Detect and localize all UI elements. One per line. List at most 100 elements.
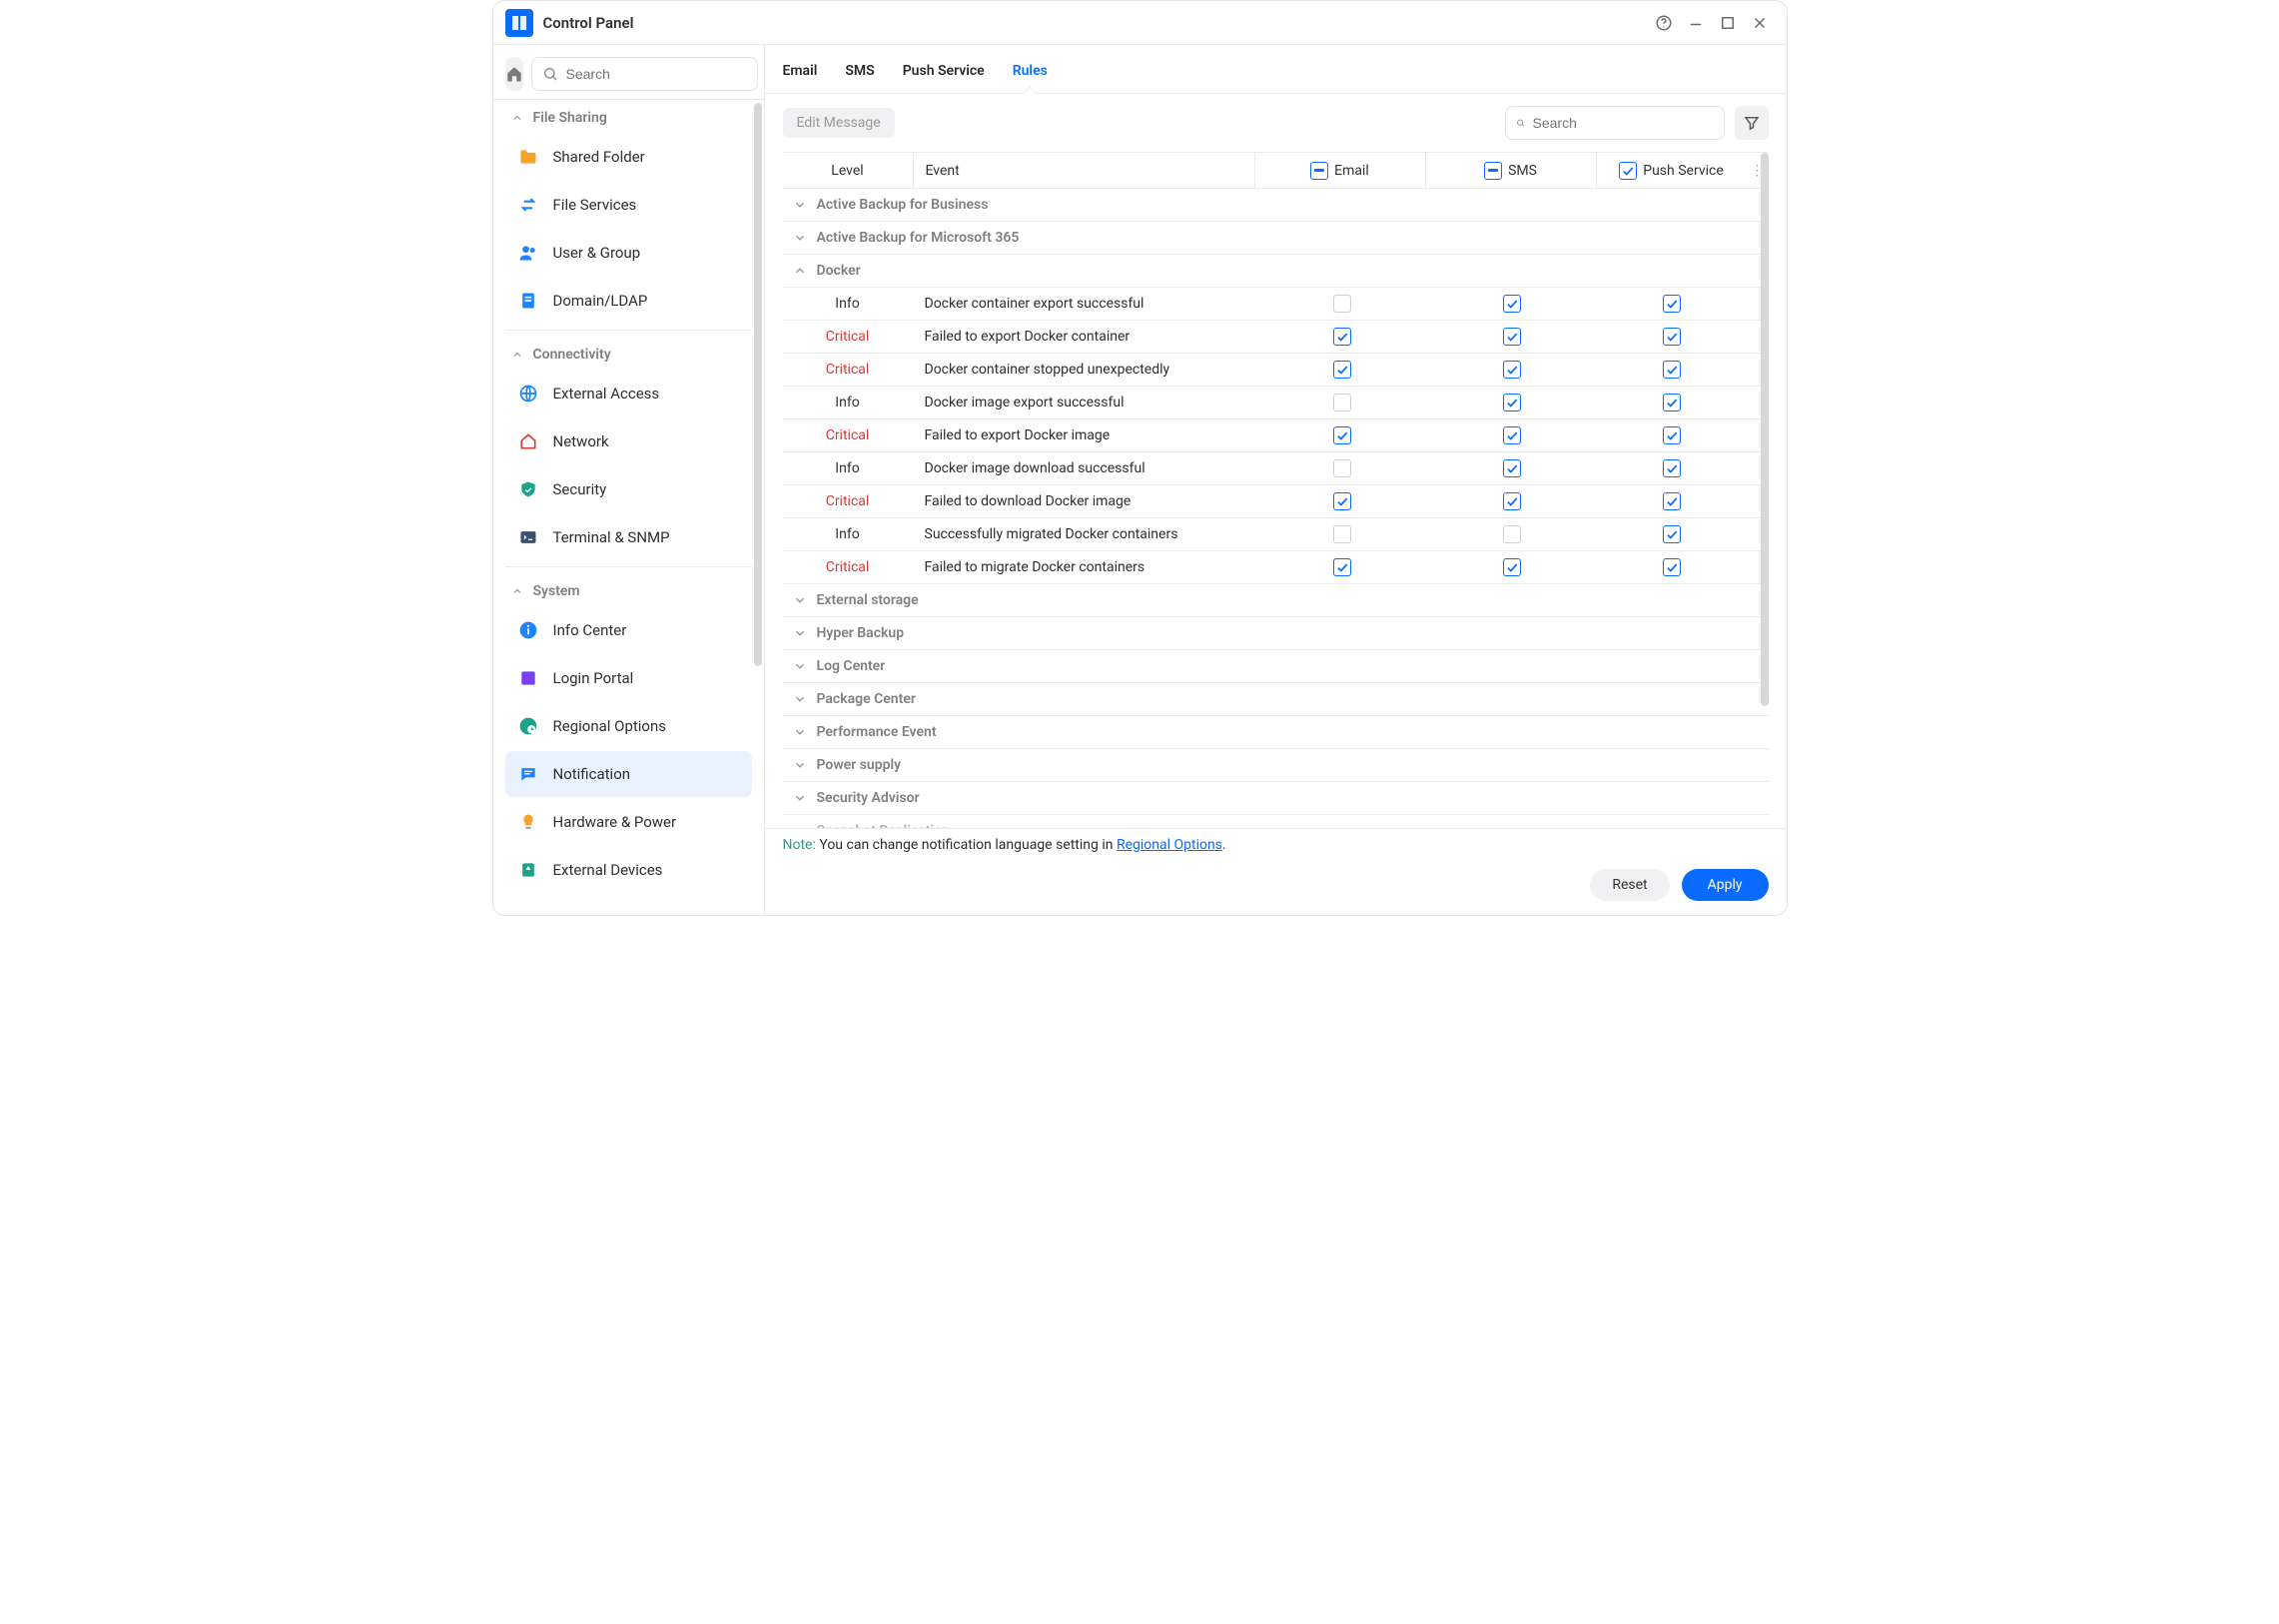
row-sms-checkbox[interactable]	[1503, 328, 1521, 346]
sms-header-checkbox[interactable]	[1484, 162, 1502, 180]
sidebar-group-system[interactable]: System	[501, 573, 756, 605]
row-sms-checkbox[interactable]	[1503, 295, 1521, 313]
table-scrollbar[interactable]	[1761, 153, 1769, 828]
sidebar-item-notification[interactable]: Notification	[505, 751, 752, 797]
sidebar-scrollbar[interactable]	[754, 103, 762, 907]
note-link[interactable]: Regional Options	[1117, 837, 1222, 853]
row-push-checkbox[interactable]	[1663, 394, 1681, 411]
row-sms-checkbox[interactable]	[1503, 426, 1521, 444]
row-email-checkbox[interactable]	[1333, 558, 1351, 576]
table-group-security-advisor[interactable]: Security Advisor	[783, 782, 1769, 815]
sidebar-item-user-group[interactable]: User & Group	[505, 230, 752, 276]
row-push-checkbox[interactable]	[1663, 459, 1681, 477]
sidebar-item-label: File Services	[553, 196, 637, 214]
sidebar-item-domain-ldap[interactable]: Domain/LDAP	[505, 278, 752, 324]
table-group-ab365[interactable]: Active Backup for Microsoft 365	[783, 222, 1769, 255]
col-header-push[interactable]: Push Service	[1597, 162, 1747, 180]
col-header-email[interactable]: Email	[1255, 162, 1425, 180]
table-group-log-center[interactable]: Log Center	[783, 650, 1769, 683]
sidebar-search[interactable]	[531, 57, 758, 91]
row-sms-checkbox[interactable]	[1503, 525, 1521, 543]
table-group-ext-storage[interactable]: External storage	[783, 584, 1769, 617]
sidebar-group-file-sharing[interactable]: File Sharing	[501, 100, 756, 132]
sidebar-item-label: Terminal & SNMP	[553, 528, 670, 546]
row-level: Info	[783, 526, 913, 542]
table-group-power-supply[interactable]: Power supply	[783, 749, 1769, 782]
sidebar-item-terminal-snmp[interactable]: Terminal & SNMP	[505, 514, 752, 560]
table-group-package-center[interactable]: Package Center	[783, 683, 1769, 716]
row-event: Docker container stopped unexpectedly	[913, 362, 1257, 378]
tab-rules[interactable]: Rules	[1013, 63, 1048, 93]
maximize-button[interactable]	[1713, 8, 1743, 38]
apply-button[interactable]: Apply	[1682, 869, 1769, 901]
row-email-checkbox[interactable]	[1333, 394, 1351, 411]
row-level: Critical	[783, 329, 913, 345]
row-sms-checkbox[interactable]	[1503, 459, 1521, 477]
row-sms-checkbox[interactable]	[1503, 558, 1521, 576]
row-event: Docker image export successful	[913, 395, 1257, 410]
sidebar-search-input[interactable]	[566, 66, 747, 82]
row-sms-checkbox[interactable]	[1503, 492, 1521, 510]
sidebar-item-external-devices[interactable]: External Devices	[505, 847, 752, 893]
sidebar-group-connectivity[interactable]: Connectivity	[501, 337, 756, 369]
push-header-checkbox[interactable]	[1619, 162, 1637, 180]
sidebar-item-security[interactable]: Security	[505, 466, 752, 512]
close-button[interactable]	[1745, 8, 1775, 38]
row-email-checkbox[interactable]	[1333, 295, 1351, 313]
row-push-checkbox[interactable]	[1663, 328, 1681, 346]
row-push-checkbox[interactable]	[1663, 525, 1681, 543]
row-event: Failed to download Docker image	[913, 493, 1257, 509]
note-text: You can change notification language set…	[819, 837, 1117, 853]
row-event: Docker container export successful	[913, 296, 1257, 312]
row-email-checkbox[interactable]	[1333, 328, 1351, 346]
minimize-button[interactable]	[1681, 8, 1711, 38]
col-header-sms[interactable]: SMS	[1426, 162, 1596, 180]
sidebar-item-info-center[interactable]: Info Center	[505, 607, 752, 653]
table-group-perf-event[interactable]: Performance Event	[783, 716, 1769, 749]
table-group-snapshot-replication[interactable]: Snapshot Replication	[783, 815, 1769, 828]
sidebar-item-external-access[interactable]: External Access	[505, 371, 752, 416]
row-email-checkbox[interactable]	[1333, 361, 1351, 379]
tab-push[interactable]: Push Service	[903, 63, 985, 93]
row-push-checkbox[interactable]	[1663, 361, 1681, 379]
col-header-event[interactable]: Event	[914, 163, 1254, 179]
row-email-checkbox[interactable]	[1333, 525, 1351, 543]
sidebar-item-label: Regional Options	[553, 717, 667, 735]
sidebar-scrollbar-thumb[interactable]	[754, 103, 762, 666]
col-header-level[interactable]: Level	[783, 163, 913, 179]
table-search-input[interactable]	[1533, 115, 1714, 131]
table-group-docker[interactable]: Docker	[783, 255, 1769, 288]
table-group-abb[interactable]: Active Backup for Business	[783, 189, 1769, 222]
sidebar-item-shared-folder[interactable]: Shared Folder	[505, 134, 752, 180]
terminal-icon	[515, 524, 541, 550]
row-sms-checkbox[interactable]	[1503, 361, 1521, 379]
filter-button[interactable]	[1735, 106, 1769, 140]
sidebar-item-network[interactable]: Network	[505, 418, 752, 464]
email-header-checkbox[interactable]	[1310, 162, 1328, 180]
sidebar-item-label: Login Portal	[553, 669, 634, 687]
row-email-checkbox[interactable]	[1333, 426, 1351, 444]
home-button[interactable]	[505, 57, 523, 91]
sidebar-item-hardware-power[interactable]: Hardware & Power	[505, 799, 752, 845]
sidebar-item-regional-options[interactable]: Regional Options	[505, 703, 752, 749]
row-push-checkbox[interactable]	[1663, 558, 1681, 576]
sidebar: File SharingShared Folder File Services Us…	[493, 45, 765, 915]
table-group-hyper-backup[interactable]: Hyper Backup	[783, 617, 1769, 650]
table-search[interactable]	[1505, 106, 1725, 140]
window-title: Control Panel	[543, 14, 634, 32]
row-level: Info	[783, 395, 913, 410]
row-email-checkbox[interactable]	[1333, 459, 1351, 477]
tab-sms[interactable]: SMS	[845, 63, 874, 93]
table-scrollbar-thumb[interactable]	[1761, 153, 1769, 706]
row-push-checkbox[interactable]	[1663, 295, 1681, 313]
row-sms-checkbox[interactable]	[1503, 394, 1521, 411]
tab-email[interactable]: Email	[783, 63, 818, 93]
sidebar-item-file-services[interactable]: File Services	[505, 182, 752, 228]
row-push-checkbox[interactable]	[1663, 492, 1681, 510]
sidebar-item-login-portal[interactable]: Login Portal	[505, 655, 752, 701]
table-row: CriticalFailed to export Docker image	[783, 419, 1769, 452]
help-button[interactable]	[1649, 8, 1679, 38]
reset-button[interactable]: Reset	[1590, 869, 1669, 901]
row-push-checkbox[interactable]	[1663, 426, 1681, 444]
row-email-checkbox[interactable]	[1333, 492, 1351, 510]
